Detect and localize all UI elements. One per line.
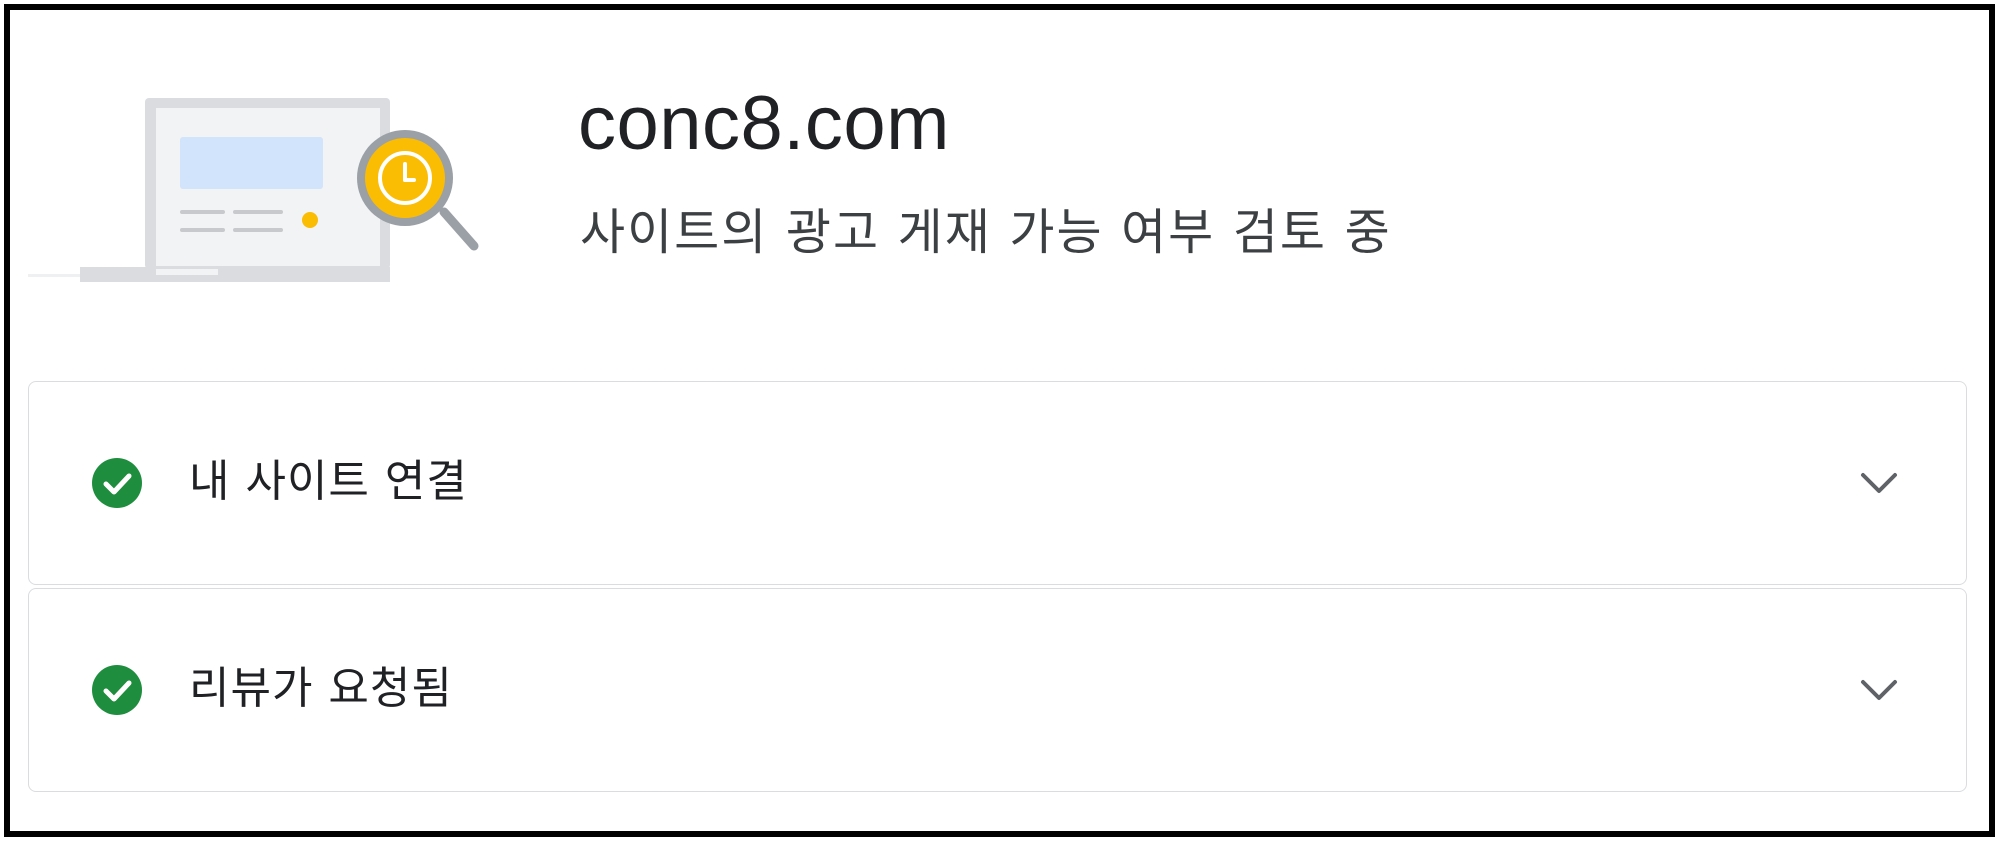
chevron-down-icon[interactable] — [1858, 673, 1900, 707]
step-label: 내 사이트 연결 — [189, 456, 468, 507]
site-name-title: conc8.com — [578, 81, 950, 166]
step-label: 리뷰가 요청됨 — [189, 663, 453, 714]
review-status-card: conc8.com 사이트의 광고 게재 가능 여부 검토 중 내 사이트 연결… — [4, 4, 1995, 837]
step-panel-review-requested[interactable]: 리뷰가 요청됨 — [28, 588, 1967, 792]
chevron-down-icon[interactable] — [1858, 466, 1900, 500]
step-panel-connect-site[interactable]: 내 사이트 연결 — [28, 381, 1967, 585]
review-status-subtitle: 사이트의 광고 게재 가능 여부 검토 중 — [580, 204, 1392, 261]
site-review-illustration — [28, 98, 479, 282]
check-circle-icon — [92, 458, 142, 508]
check-circle-icon — [92, 665, 142, 715]
